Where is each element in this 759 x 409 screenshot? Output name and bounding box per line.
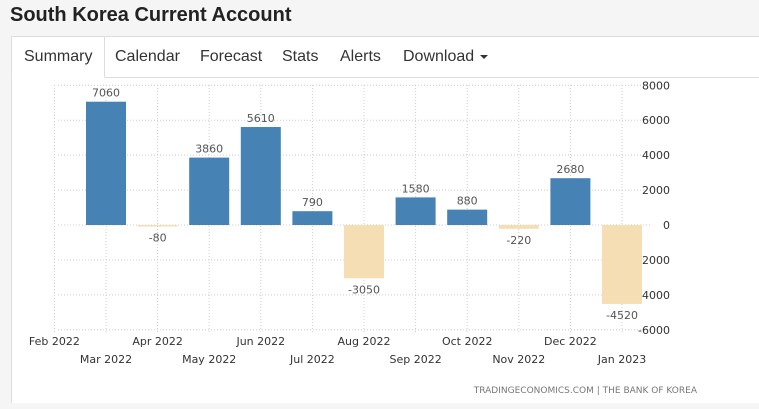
x-tick-label: Feb 2022 xyxy=(29,335,80,348)
source-credit: TRADINGECONOMICS.COM | THE BANK OF KOREA xyxy=(473,386,698,396)
bar xyxy=(137,225,178,227)
data-label: 790 xyxy=(302,196,323,209)
data-label: -220 xyxy=(506,234,531,247)
bar xyxy=(240,127,281,225)
data-label: 2680 xyxy=(556,163,584,176)
data-label: 5610 xyxy=(247,112,275,125)
bar xyxy=(602,225,642,304)
y-tick-label: -2000 xyxy=(638,254,670,267)
x-tick-label: Sep 2022 xyxy=(389,353,441,366)
x-tick-label: Aug 2022 xyxy=(338,335,391,348)
y-tick-label: -4000 xyxy=(638,289,670,302)
bar xyxy=(344,225,384,279)
data-label: 3860 xyxy=(195,143,223,156)
bar xyxy=(498,225,539,229)
y-tick-label: 6000 xyxy=(642,114,670,127)
data-label: 1580 xyxy=(402,182,430,195)
y-tick-label: 2000 xyxy=(642,184,670,197)
x-tick-label: Apr 2022 xyxy=(132,335,183,348)
x-tick-label: Dec 2022 xyxy=(544,335,597,348)
bar-chart: 8000 6000 4000 2000 0 -2000 -4000 -6000 7060 -80 3… xyxy=(29,79,698,396)
y-tick-label: -6000 xyxy=(638,324,670,337)
data-label: -3050 xyxy=(348,283,380,296)
x-tick-label: Oct 2022 xyxy=(442,335,493,348)
y-tick-label: 8000 xyxy=(642,79,670,92)
bar xyxy=(395,197,436,225)
data-label: -4520 xyxy=(606,309,638,322)
bar xyxy=(447,209,488,225)
y-tick-label: 4000 xyxy=(642,149,670,162)
data-label: 7060 xyxy=(92,87,120,100)
bar xyxy=(189,157,230,225)
x-tick-label: May 2022 xyxy=(182,353,236,366)
x-tick-label: Nov 2022 xyxy=(492,353,545,366)
data-label: -80 xyxy=(149,231,167,244)
bar xyxy=(292,211,333,225)
x-tick-label: Jul 2022 xyxy=(289,353,335,366)
x-tick-label: Jan 2023 xyxy=(597,353,646,366)
bar xyxy=(550,178,591,225)
bar xyxy=(86,101,126,225)
x-tick-label: Jun 2022 xyxy=(235,335,285,348)
data-label: 880 xyxy=(457,195,478,208)
y-tick-label: 0 xyxy=(663,219,670,232)
x-tick-label: Mar 2022 xyxy=(80,353,132,366)
